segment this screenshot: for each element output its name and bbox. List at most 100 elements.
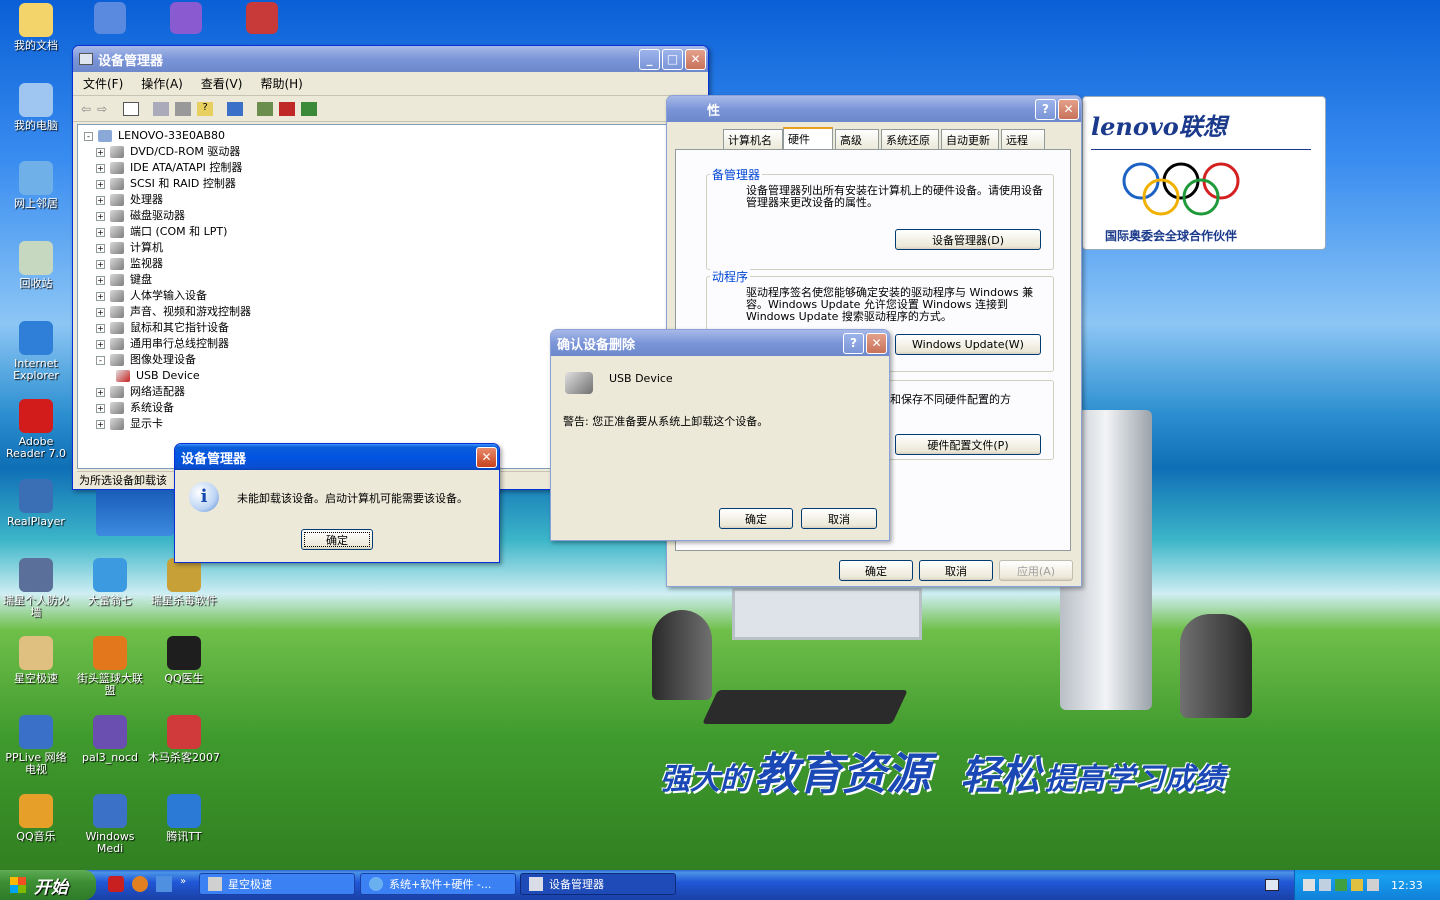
tab-hardware[interactable]: 硬件 — [783, 127, 833, 149]
tree-node[interactable]: + DVD/CD-ROM 驱动器 — [84, 144, 703, 160]
expand-icon[interactable]: + — [96, 387, 105, 397]
windows-update-button[interactable]: Windows Update(W) — [895, 334, 1041, 355]
task-ie[interactable]: 系统+软件+硬件 -... — [360, 873, 516, 895]
tree-root[interactable]: - LENOVO-33E0AB80 — [84, 128, 703, 144]
task-device-manager[interactable]: 设备管理器 — [520, 873, 676, 895]
menu-file[interactable]: 文件(F) — [83, 75, 123, 92]
task-xingkong[interactable]: 星空极速 — [199, 873, 355, 895]
confirm-removal-titlebar[interactable]: 确认设备删除 ? ✕ — [551, 330, 889, 356]
download-icon[interactable] — [156, 876, 172, 892]
desktop-icon[interactable]: Windows Medi — [74, 794, 146, 855]
print-icon[interactable] — [175, 101, 192, 116]
keyboard-indicator-icon[interactable] — [1265, 879, 1279, 891]
menu-view[interactable]: 查看(V) — [201, 75, 243, 92]
expand-icon[interactable]: + — [96, 147, 105, 157]
desktop-icon[interactable]: 街头篮球大联盟 — [74, 636, 146, 697]
disable-icon[interactable] — [301, 101, 318, 116]
expand-icon[interactable]: + — [96, 291, 105, 301]
help-icon[interactable]: ? — [197, 101, 214, 116]
tab-advanced[interactable]: 高级 — [835, 129, 879, 149]
close-button[interactable]: ✕ — [866, 332, 887, 354]
tree-node[interactable]: + 端口 (COM 和 LPT) — [84, 224, 703, 240]
uninstall-icon[interactable] — [279, 101, 296, 116]
clock[interactable]: 12:33 — [1391, 879, 1423, 892]
expand-icon[interactable]: + — [96, 227, 105, 237]
message-titlebar[interactable]: 设备管理器 ✕ — [175, 444, 499, 470]
cancel-button[interactable]: 取消 — [801, 508, 877, 529]
desktop-icon[interactable]: 网上邻居 — [0, 161, 72, 210]
desktop-icon[interactable]: 我的电脑 — [0, 83, 72, 132]
desktop-icon[interactable]: 木马杀客2007 — [148, 715, 220, 764]
tray-icon-5[interactable] — [1367, 879, 1379, 891]
expand-icon[interactable]: + — [96, 243, 105, 253]
console-tree-icon[interactable] — [123, 101, 140, 116]
tree-node[interactable]: + 声音、视频和游戏控制器 — [84, 304, 703, 320]
tree-node[interactable]: + 处理器 — [84, 192, 703, 208]
tree-node[interactable]: + 计算机 — [84, 240, 703, 256]
quicklaunch-app-icon[interactable] — [108, 876, 124, 892]
expand-icon[interactable]: + — [96, 419, 105, 429]
desktop-icon[interactable]: Adobe Reader 7.0 — [0, 399, 72, 460]
menu-help[interactable]: 帮助(H) — [260, 75, 302, 92]
desktop-icon[interactable]: 腾讯TT — [148, 794, 220, 843]
ok-button[interactable]: 确定 — [301, 529, 373, 550]
desktop-icon[interactable] — [94, 2, 126, 34]
desktop-icon[interactable]: pal3_nocd — [74, 715, 146, 764]
tree-node[interactable]: + 监视器 — [84, 256, 703, 272]
tab-computer-name[interactable]: 计算机名 — [723, 129, 783, 149]
help-button[interactable]: ? — [843, 332, 864, 354]
chevron-icon[interactable]: » — [180, 876, 186, 892]
desktop-icon[interactable]: 我的文档 — [0, 3, 72, 52]
firefox-icon[interactable] — [132, 876, 148, 892]
device-manager-button[interactable]: 设备管理器(D) — [895, 229, 1041, 250]
apply-button[interactable]: 应用(A) — [999, 560, 1073, 581]
desktop-icon[interactable]: 星空极速 — [0, 636, 72, 685]
tree-node[interactable]: + 人体学输入设备 — [84, 288, 703, 304]
close-button[interactable]: ✕ — [685, 48, 706, 70]
scan-hardware-icon[interactable] — [227, 101, 244, 116]
device-manager-titlebar[interactable]: 设备管理器 _ □ ✕ — [73, 46, 708, 72]
desktop-icon[interactable]: PPLive 网络电视 — [0, 715, 72, 776]
ok-button[interactable]: 确定 — [719, 508, 793, 529]
maximize-button[interactable]: □ — [662, 48, 683, 70]
cancel-button[interactable]: 取消 — [919, 560, 993, 581]
expand-icon[interactable]: + — [96, 163, 105, 173]
properties-icon[interactable] — [153, 101, 170, 116]
tray-icon-4[interactable] — [1351, 879, 1363, 891]
expand-icon[interactable]: + — [96, 211, 105, 221]
ok-button[interactable]: 确定 — [839, 560, 913, 581]
minimize-button[interactable]: _ — [639, 48, 660, 70]
close-button[interactable]: ✕ — [1058, 98, 1079, 120]
expand-icon[interactable]: + — [96, 259, 105, 269]
expand-icon[interactable]: + — [96, 403, 105, 413]
tree-node[interactable]: + 磁盘驱动器 — [84, 208, 703, 224]
desktop-icon[interactable]: 大富翁七 — [74, 558, 146, 607]
back-icon[interactable]: ⇦ — [81, 102, 91, 116]
system-properties-titlebar[interactable]: 性 ? ✕ — [667, 96, 1081, 122]
update-driver-icon[interactable] — [257, 101, 274, 116]
tree-node[interactable]: + SCSI 和 RAID 控制器 — [84, 176, 703, 192]
expand-icon[interactable]: + — [96, 323, 105, 333]
hardware-profiles-button[interactable]: 硬件配置文件(P) — [895, 434, 1041, 455]
forward-icon[interactable]: ⇨ — [97, 102, 107, 116]
desktop-icon[interactable] — [246, 2, 278, 34]
desktop-icon[interactable]: QQ音乐 — [0, 794, 72, 843]
menu-action[interactable]: 操作(A) — [141, 75, 183, 92]
desktop-icon[interactable]: 回收站 — [0, 241, 72, 290]
collapse-icon[interactable]: - — [84, 131, 93, 141]
expand-icon[interactable]: + — [96, 195, 105, 205]
desktop-icon[interactable]: 瑞星杀毒软件 — [148, 558, 220, 607]
start-button[interactable]: 开始 — [0, 870, 96, 900]
tab-remote[interactable]: 远程 — [1001, 129, 1045, 149]
tree-node[interactable]: + IDE ATA/ATAPI 控制器 — [84, 160, 703, 176]
desktop-icon[interactable]: RealPlayer — [0, 479, 72, 528]
expand-icon[interactable]: + — [96, 307, 105, 317]
desktop-icon[interactable]: 瑞星个人防火墙 — [0, 558, 72, 619]
collapse-icon[interactable]: - — [96, 355, 105, 365]
tray-icon-3[interactable] — [1335, 879, 1347, 891]
tray-icon-2[interactable] — [1319, 879, 1331, 891]
expand-icon[interactable]: + — [96, 339, 105, 349]
tree-node[interactable]: + 键盘 — [84, 272, 703, 288]
tray-icon-1[interactable] — [1303, 879, 1315, 891]
expand-icon[interactable]: + — [96, 179, 105, 189]
